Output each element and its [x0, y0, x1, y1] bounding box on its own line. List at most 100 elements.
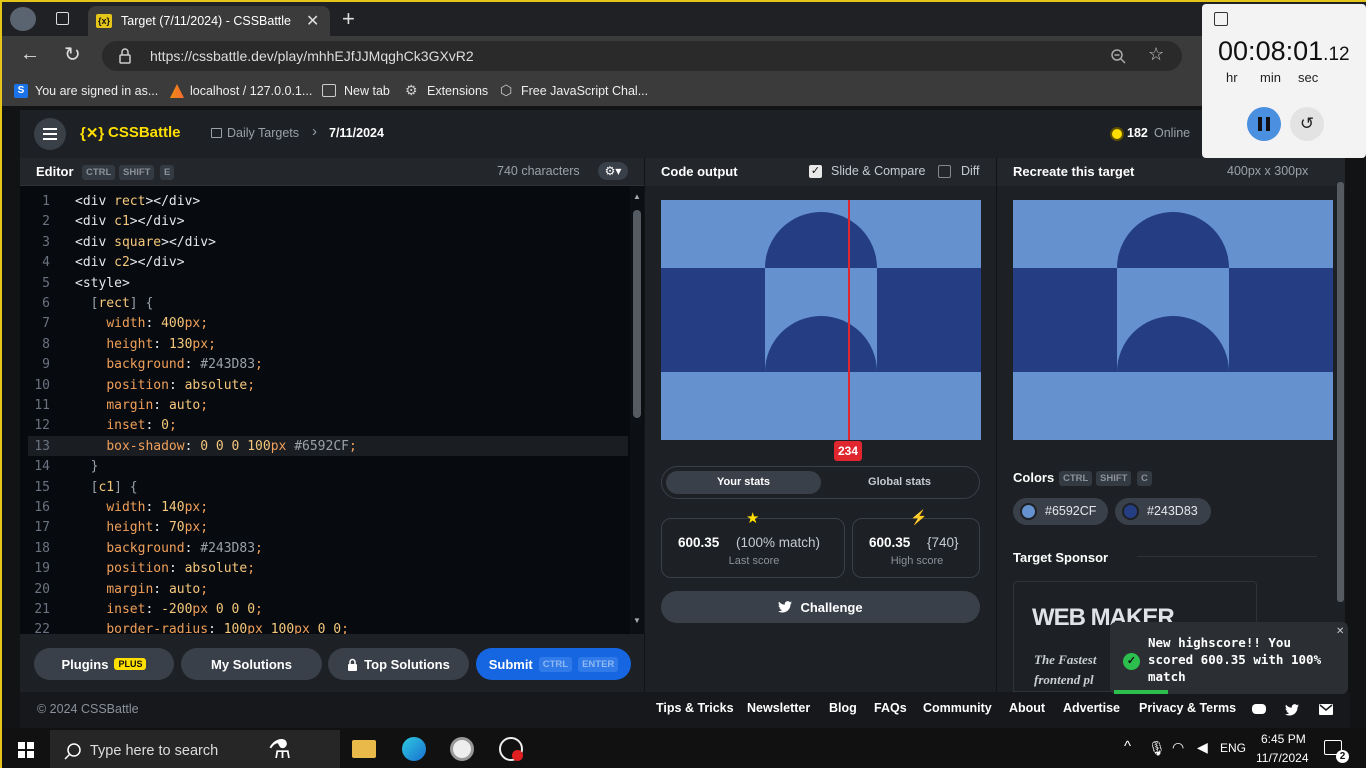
color-chip[interactable]: #243D83 — [1115, 498, 1211, 525]
favorite-star-icon[interactable]: ☆ — [1148, 44, 1164, 65]
menu-button[interactable] — [34, 118, 66, 150]
code-line[interactable]: position: absolute; — [75, 378, 255, 393]
slide-compare-label[interactable]: Slide & Compare — [831, 164, 926, 178]
volume-icon[interactable]: ◀ — [1197, 739, 1208, 756]
footer-link[interactable]: Tips & Tricks — [656, 701, 734, 715]
new-tab-icon[interactable]: + — [342, 6, 355, 32]
diff-checkbox[interactable] — [938, 165, 951, 178]
tab-your-stats[interactable]: Your stats — [666, 471, 821, 494]
breadcrumb-daily-targets[interactable]: Daily Targets — [227, 126, 299, 140]
editor-scrollbar[interactable]: ▲ ▼ — [630, 186, 644, 634]
kbd-hint: E — [160, 165, 175, 180]
code-line[interactable]: border-radius: 100px 100px 0 0; — [75, 622, 349, 634]
challenge-button[interactable]: Challenge — [661, 591, 980, 623]
footer-link[interactable]: Advertise — [1063, 701, 1120, 715]
bookmark-item[interactable]: New tab — [344, 84, 390, 98]
profile-avatar[interactable] — [10, 7, 36, 31]
code-editor[interactable]: 1 <div rect></div> 2 <div c1></div> 3 <div sq… — [20, 186, 644, 634]
bookmark-item[interactable]: localhost / 127.0.0.1... — [190, 84, 312, 98]
footer-link[interactable]: Newsletter — [747, 701, 810, 715]
chevron-up-icon[interactable]: ^ — [1124, 738, 1131, 755]
microphone-icon[interactable]: 🎙 — [1148, 740, 1166, 757]
pause-button[interactable] — [1247, 107, 1281, 141]
refresh-icon[interactable]: ↻ — [64, 42, 81, 67]
code-line[interactable]: [rect] { — [75, 296, 154, 311]
brand-name[interactable]: CSSBattle — [108, 124, 181, 141]
footer-link[interactable]: Community — [923, 701, 992, 715]
target-scrollbar[interactable] — [1337, 182, 1344, 602]
high-score-chars: {740} — [927, 535, 959, 550]
mail-icon[interactable] — [1319, 704, 1333, 715]
line-number: 3 — [42, 234, 50, 250]
code-line[interactable]: inset: -200px 0 0 0; — [75, 602, 263, 617]
bookmark-item[interactable]: Free JavaScript Chal... — [521, 84, 648, 98]
omnibox[interactable]: https://cssbattle.dev/play/mhhEJfJJMqghC… — [102, 41, 1182, 71]
code-line[interactable]: width: 140px; — [75, 500, 208, 515]
code-line[interactable]: position: absolute; — [75, 561, 255, 576]
reset-button[interactable]: ↺ — [1290, 107, 1324, 141]
windows-start-icon[interactable] — [18, 742, 34, 758]
top-solutions-button[interactable]: Top Solutions — [328, 648, 469, 680]
footer-link[interactable]: About — [1009, 701, 1045, 715]
lightning-icon: ⚡ — [910, 509, 928, 525]
code-line[interactable]: margin: auto; — [75, 582, 208, 597]
file-explorer-icon[interactable] — [352, 740, 376, 758]
code-line[interactable]: inset: 0; — [75, 418, 176, 433]
code-line[interactable]: margin: auto; — [75, 398, 208, 413]
code-line[interactable]: background: #243D83; — [75, 357, 263, 372]
taskbar-search[interactable]: Type here to search ⚗ — [50, 730, 340, 768]
bookmark-item[interactable]: You are signed in as... — [35, 84, 158, 98]
twitter-icon[interactable] — [1285, 704, 1299, 716]
code-line[interactable]: background: #243D83; — [75, 541, 263, 556]
code-line[interactable]: <div c1></div> — [75, 214, 185, 229]
color-swatch — [1020, 503, 1037, 520]
bookmark-item[interactable]: Extensions — [427, 84, 488, 98]
tab-global-stats[interactable]: Global stats — [822, 471, 977, 494]
code-line[interactable]: height: 70px; — [75, 520, 208, 535]
footer-link[interactable]: Blog — [829, 701, 857, 715]
expand-icon[interactable] — [1214, 12, 1228, 26]
code-line[interactable]: <div rect></div> — [75, 194, 200, 209]
code-line[interactable]: box-shadow: 0 0 0 100px #6592CF; — [75, 439, 357, 454]
slide-compare-checkbox[interactable]: ✓ — [809, 165, 822, 178]
recorder-icon[interactable] — [499, 737, 523, 761]
zoom-icon[interactable] — [1110, 48, 1126, 64]
toast-close-icon[interactable]: ✕ — [1336, 626, 1344, 637]
language-indicator[interactable]: ENG — [1220, 741, 1246, 755]
submit-button[interactable]: Submit CTRL ENTER — [476, 648, 631, 680]
scrollbar-thumb[interactable] — [633, 210, 641, 418]
footer-link[interactable]: FAQs — [874, 701, 907, 715]
code-line[interactable]: <div square></div> — [75, 235, 216, 250]
diff-label[interactable]: Diff — [961, 164, 980, 178]
code-line[interactable]: } — [75, 459, 99, 474]
code-line[interactable]: width: 400px; — [75, 316, 208, 331]
scroll-down-icon[interactable]: ▼ — [633, 616, 641, 625]
compare-slider-line[interactable] — [848, 200, 850, 440]
lock-icon — [119, 48, 131, 64]
edge-icon[interactable] — [402, 737, 426, 761]
editor-settings-button[interactable]: ⚙▾ — [598, 162, 628, 180]
close-tab-icon[interactable]: ✕ — [306, 11, 319, 31]
timer-label: min — [1260, 70, 1281, 85]
clock-date[interactable]: 11/7/2024 — [1256, 751, 1309, 765]
color-chip[interactable]: #6592CF — [1013, 498, 1108, 525]
discord-icon[interactable] — [1252, 704, 1266, 714]
back-icon[interactable]: ← — [20, 43, 40, 66]
output-render[interactable] — [661, 200, 981, 440]
scroll-up-icon[interactable]: ▲ — [633, 192, 641, 201]
clock-time[interactable]: 6:45 PM — [1261, 732, 1306, 746]
code-line[interactable]: [c1] { — [75, 480, 138, 495]
editor-title: Editor — [36, 164, 74, 179]
footer-link[interactable]: Privacy & Terms — [1139, 701, 1236, 715]
clock-app-icon[interactable] — [450, 737, 474, 761]
my-solutions-button[interactable]: My Solutions — [181, 648, 322, 680]
plugins-button[interactable]: Plugins PLUS — [34, 648, 174, 680]
timer-hundredths: 12 — [1328, 44, 1350, 65]
last-score-card: ★ 600.35 (100% match) Last score — [661, 510, 845, 578]
tab-actions-icon[interactable] — [56, 12, 69, 25]
browser-tab-active[interactable]: {x} Target (7/11/2024) - CSSBattle ✕ — [88, 6, 330, 36]
code-line[interactable]: <div c2></div> — [75, 255, 185, 270]
wifi-icon[interactable]: ◠ — [1172, 739, 1184, 756]
code-line[interactable]: <style> — [75, 276, 130, 291]
code-line[interactable]: height: 130px; — [75, 337, 216, 352]
